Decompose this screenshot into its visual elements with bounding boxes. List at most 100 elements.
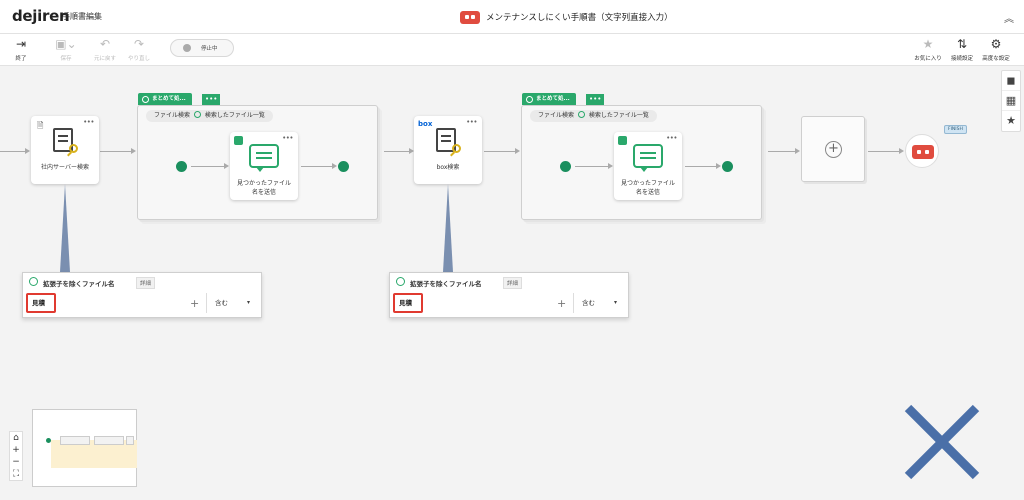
undo-label: 元に戻す [93, 56, 116, 62]
connector [191, 166, 225, 167]
group-end-point [338, 161, 349, 172]
chevron-down-icon: ▾ [247, 299, 251, 306]
group-tag[interactable]: まとめて処... [522, 93, 576, 105]
chip-label: ファイル検索 [154, 112, 191, 119]
node-menu-button[interactable]: ••• [666, 134, 677, 142]
batch-process-group[interactable]: まとめて処... ••• ファイル検索 検索したファイル一覧 ••• 見つかった… [521, 93, 762, 220]
app-logo-icon [618, 136, 627, 145]
run-status-toggle[interactable]: 停止中 [170, 39, 234, 57]
file-icon: 🗎 [37, 121, 44, 130]
arrow-head [25, 148, 30, 154]
group-tag[interactable]: まとめて処... [138, 93, 192, 105]
connector [384, 151, 410, 152]
dejiren-logo[interactable]: dejiren [12, 7, 70, 25]
chip-label: 検索したファイル一覧 [204, 112, 265, 119]
document-title-area: メンテナンスしにくい手順書（文字列直接入力） [460, 9, 673, 25]
group-menu-button[interactable]: ••• [586, 94, 605, 105]
finish-node[interactable] [905, 134, 939, 168]
group-menu-button[interactable]: ••• [202, 94, 221, 105]
node-menu-button[interactable]: ••• [83, 118, 94, 126]
save-icon: ▣⌄ [55, 37, 77, 51]
undo-button[interactable]: ↶ 元に戻す [89, 37, 121, 62]
advanced-label: 高度な設定 [982, 56, 1010, 62]
home-icon[interactable]: ⌂ [10, 432, 22, 444]
redo-button[interactable]: ↷ やり直し [123, 37, 155, 62]
minimap[interactable] [32, 409, 137, 487]
box-search-node[interactable]: box ••• box検索 [414, 116, 482, 184]
chip-label: 検索したファイル一覧 [588, 112, 649, 119]
condition-select[interactable]: 含む [206, 293, 262, 313]
loop-icon [193, 111, 201, 118]
chevron-double-up-icon[interactable]: ︽ [1004, 10, 1014, 25]
undo-icon: ↶ [99, 37, 111, 51]
magnifier-icon [452, 144, 461, 153]
arrow-head [795, 148, 800, 154]
add-condition-icon[interactable]: + [557, 297, 566, 310]
robot-icon [912, 145, 934, 159]
callout-pointer [60, 184, 70, 272]
exit-label: 終了 [15, 56, 27, 62]
minimap-node [94, 436, 124, 445]
redo-icon: ↷ [133, 37, 145, 51]
filter-detail-button[interactable]: 詳細 [136, 277, 156, 289]
node-menu-button[interactable]: ••• [466, 118, 477, 126]
app-header: dejiren 手順書編集 メンテナンスしにくい手順書（文字列直接入力） ︽ [0, 0, 1024, 34]
filename-filter-panel: 拡張子を除くファイル名 詳細 見積 + 含む ▾ [22, 272, 262, 318]
status-label: 停止中 [201, 46, 218, 52]
exit-button[interactable]: ⇥ 終了 [5, 37, 37, 62]
star-icon[interactable]: ★ [1002, 111, 1020, 131]
connector [0, 151, 26, 152]
send-found-filenames-node[interactable]: ••• 見つかったファイル 名を送信 [230, 132, 298, 200]
connector [768, 151, 796, 152]
internal-server-search-node[interactable]: 🗎 ••• 社内サーバー検索 [31, 116, 99, 184]
add-condition-icon[interactable]: + [190, 297, 199, 310]
filter-header: 拡張子を除くファイル名 詳細 [23, 273, 261, 291]
chevron-down-icon: ▾ [614, 299, 618, 306]
node-label: 見つかったファイル [620, 180, 675, 187]
zoom-out-button[interactable]: − [10, 456, 22, 468]
cube-icon[interactable]: ◼ [1002, 71, 1020, 91]
finish-tag: FINISH [944, 125, 967, 134]
favorite-button[interactable]: ★ お気に入り [912, 37, 944, 62]
connector [868, 151, 900, 152]
magnifier-icon [69, 144, 78, 153]
favorite-label: お気に入り [914, 56, 942, 62]
filter-value-input[interactable]: 見積 [393, 293, 423, 313]
node-label: 名を送信 [251, 189, 276, 196]
chat-message-icon [249, 144, 279, 172]
connector [575, 166, 609, 167]
gears-icon: ⚙ [990, 37, 1002, 51]
app-logo-icon [234, 136, 243, 145]
save-label: 保存 [60, 56, 72, 62]
group-start-point [560, 161, 571, 172]
zoom-in-button[interactable]: + [10, 444, 22, 456]
node-label: 見つかったファイル [236, 180, 291, 187]
connection-settings-button[interactable]: ⇅ 接続設定 [946, 37, 978, 62]
node-label: 名を送信 [635, 189, 660, 196]
group-data-chip: ファイル検索 検索したファイル一覧 [146, 110, 273, 122]
connector [685, 166, 717, 167]
send-found-filenames-node[interactable]: ••• 見つかったファイル 名を送信 [614, 132, 682, 200]
exit-icon: ⇥ [15, 37, 27, 51]
box-logo-icon: box [418, 120, 433, 128]
status-dot [183, 44, 191, 52]
loop-icon [577, 111, 585, 118]
filter-detail-button[interactable]: 詳細 [503, 277, 523, 289]
save-button[interactable]: ▣⌄ 保存 [50, 37, 82, 62]
filter-info-icon [29, 277, 38, 286]
minimap-node [60, 436, 90, 445]
connector [100, 151, 132, 152]
robot-icon [460, 10, 480, 24]
batch-process-group[interactable]: まとめて処... ••• ファイル検索 検索したファイル一覧 ••• 見つかった… [137, 93, 378, 220]
zoom-controls: ⌂ + − ⛶ [9, 431, 23, 481]
fit-view-icon[interactable]: ⛶ [10, 468, 22, 480]
document-title[interactable]: メンテナンスしにくい手順書（文字列直接入力） [486, 11, 673, 23]
advanced-settings-button[interactable]: ⚙ 高度な設定 [980, 37, 1012, 62]
connector [484, 151, 516, 152]
package-settings-icon[interactable]: ▦ [1002, 91, 1020, 111]
node-menu-button[interactable]: ••• [282, 134, 293, 142]
filter-value-input[interactable]: 見積 [26, 293, 56, 313]
add-step-node[interactable]: + [801, 116, 865, 182]
condition-select[interactable]: 含む [573, 293, 629, 313]
arrow-head [224, 163, 229, 169]
